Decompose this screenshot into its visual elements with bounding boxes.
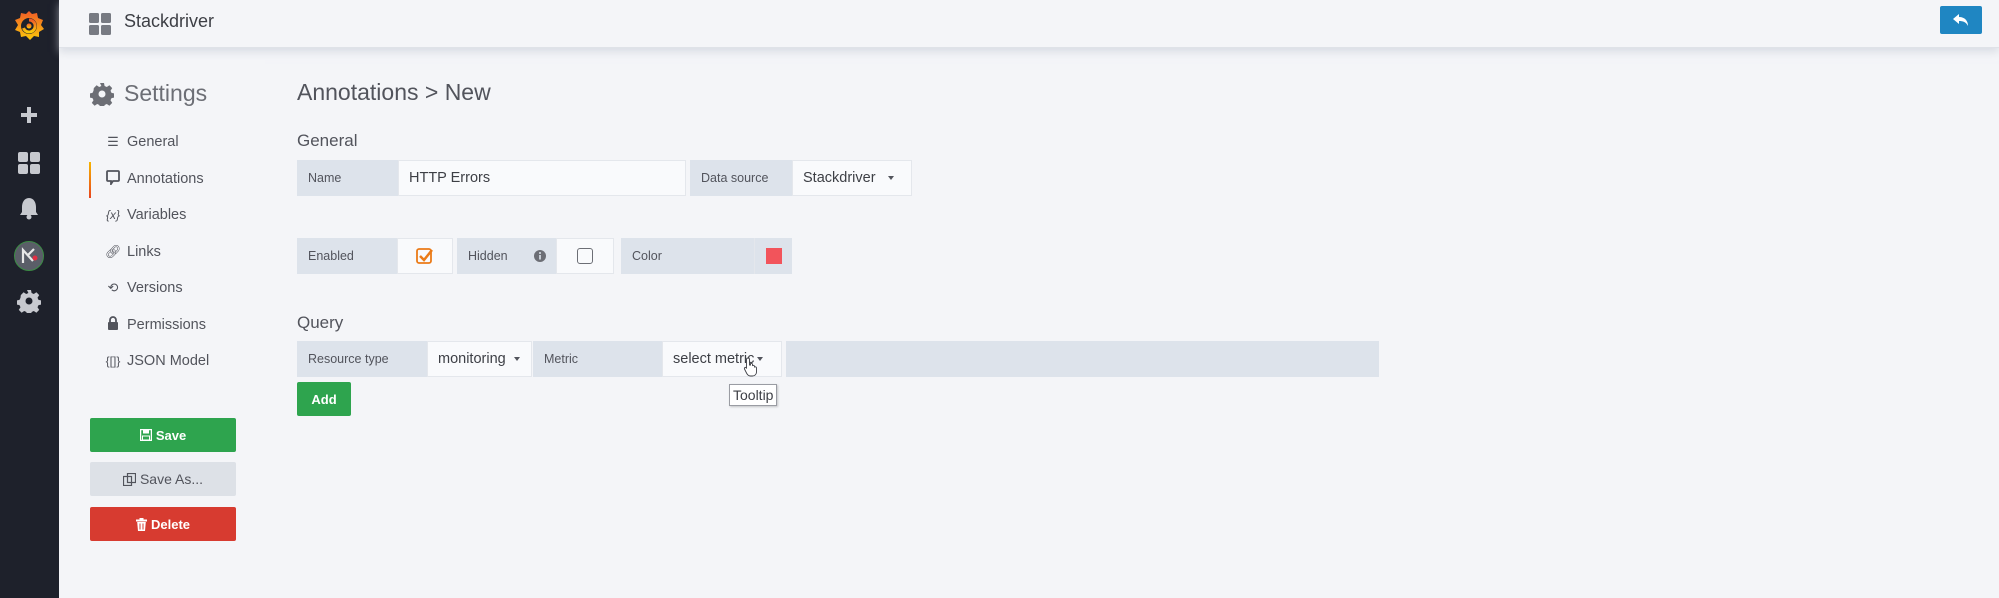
query-row-filler [786, 341, 1379, 377]
name-label: Name [297, 160, 398, 196]
menu-item-variables[interactable]: {x} Variables [105, 197, 209, 234]
add-button[interactable]: Add [297, 382, 351, 416]
query-row: Resource type monitoring Metric select m… [297, 341, 1379, 377]
metric-label: Metric [533, 341, 662, 377]
menu-item-label: Links [127, 243, 161, 260]
caret-down-icon [513, 357, 520, 361]
json-icon: {[]} [105, 354, 121, 369]
trash-icon [135, 517, 147, 531]
save-button[interactable]: Save [90, 418, 236, 452]
hidden-label-text: Hidden [468, 249, 508, 263]
menu-item-label: Variables [127, 207, 187, 224]
datasource-value: Stackdriver [803, 170, 876, 186]
hidden-checkbox[interactable] [556, 238, 614, 274]
caret-down-icon [887, 176, 894, 180]
resource-type-label: Resource type [297, 341, 427, 377]
menu-item-label: Permissions [127, 316, 206, 333]
settings-panel: Settings ☰ General Annotations {x} Varia… [60, 60, 265, 598]
side-nav [0, 0, 59, 598]
history-icon: ⟲ [107, 280, 119, 296]
back-button[interactable] [1940, 6, 1982, 34]
metric-select[interactable]: select metric [662, 341, 782, 377]
settings-title: Settings [124, 80, 208, 106]
datasource-select[interactable]: Stackdriver [792, 160, 912, 196]
datasource-label: Data source [690, 160, 792, 196]
menu-item-json-model[interactable]: {[]} JSON Model [105, 343, 210, 380]
resource-type-select[interactable]: monitoring [427, 341, 532, 377]
save-as-label: Save As... [139, 471, 204, 487]
user-avatar[interactable] [14, 241, 44, 271]
general-heading: General [297, 131, 358, 150]
enabled-label: Enabled [297, 238, 397, 274]
variable-icon: {x} [105, 208, 120, 223]
dashboard-grid-icon [89, 13, 111, 35]
menu-item-label: JSON Model [127, 353, 210, 370]
plus-icon[interactable] [14, 100, 44, 130]
menu-item-permissions[interactable]: Permissions [105, 307, 209, 344]
resource-type-value: monitoring [438, 351, 506, 367]
menu-item-label: General [127, 134, 179, 151]
save-icon [139, 429, 152, 441]
copy-icon [122, 472, 136, 486]
reply-icon [1953, 14, 1968, 26]
gear-icon [90, 82, 114, 106]
delete-label: Delete [150, 516, 191, 532]
checkbox-checked-icon [416, 248, 433, 264]
sliders-icon: ☰ [107, 134, 119, 150]
tooltip: Tooltip [729, 384, 778, 406]
color-label: Color [621, 238, 754, 274]
hidden-label: Hidden [457, 238, 556, 274]
grafana-logo-icon[interactable] [11, 8, 47, 42]
hand-cursor-icon [743, 357, 757, 377]
main-content: Annotations > New General Name HTTP Erro… [297, 48, 1999, 598]
menu-item-annotations[interactable]: Annotations [88, 161, 209, 197]
settings-menu: ☰ General Annotations {x} Variables 🔗︎ L… [88, 124, 210, 380]
menu-item-label: Annotations [127, 170, 204, 187]
menu-item-general[interactable]: ☰ General [105, 124, 209, 161]
save-as-button[interactable]: Save As... [90, 462, 236, 496]
settings-heading: Settings [90, 80, 207, 107]
gear-icon[interactable] [14, 286, 44, 316]
enabled-checkbox[interactable] [397, 238, 453, 274]
info-icon[interactable] [534, 250, 546, 262]
color-picker[interactable] [754, 238, 792, 274]
dashboards-icon[interactable] [14, 148, 44, 178]
save-label: Save [155, 427, 187, 443]
general-row-1: Name HTTP Errors Data source Stackdriver [297, 160, 912, 196]
general-row-2: Enabled Hidden Color [297, 238, 792, 274]
menu-item-links[interactable]: 🔗︎ Links [105, 234, 209, 271]
comment-icon [105, 169, 121, 188]
menu-item-versions[interactable]: ⟲ Versions [105, 270, 209, 307]
menu-item-label: Versions [127, 280, 183, 297]
page-title: Annotations > New [297, 79, 491, 105]
link-icon: 🔗︎ [105, 243, 122, 259]
lock-icon [105, 316, 121, 333]
dashboard-title[interactable]: Stackdriver [124, 11, 214, 32]
name-input[interactable]: HTTP Errors [398, 160, 686, 196]
color-swatch [766, 248, 782, 264]
query-heading: Query [297, 313, 344, 332]
top-bar: Stackdriver [59, 0, 1999, 48]
delete-button[interactable]: Delete [90, 507, 236, 541]
checkbox-unchecked-icon [577, 248, 593, 264]
bell-icon[interactable] [14, 193, 44, 223]
